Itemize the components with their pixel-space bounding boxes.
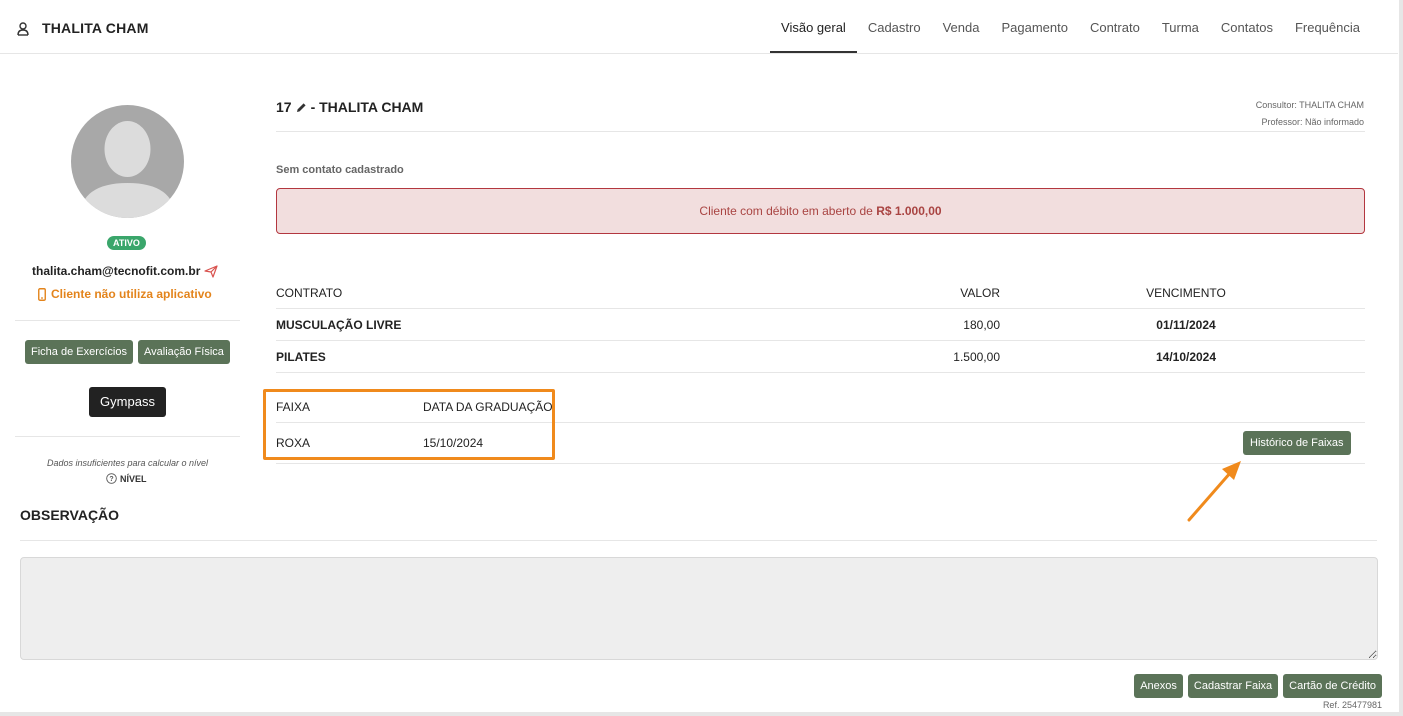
- nivel-label: ? NÍVEL: [106, 473, 147, 484]
- tab-frequencia[interactable]: Frequência: [1284, 0, 1371, 53]
- email-row: thalita.cham@tecnofit.com.br: [32, 264, 219, 278]
- table-row-contrato: MUSCULAÇÃO LIVRE: [276, 318, 402, 332]
- client-header: THALITA CHAM Visão geral Cadastro Venda …: [0, 0, 1398, 54]
- ficha-exercicios-button[interactable]: Ficha de Exercícios: [25, 340, 133, 364]
- user-icon: [17, 22, 29, 36]
- phone-icon: [38, 287, 46, 301]
- contract-client-name: - THALITA CHAM: [310, 99, 424, 115]
- client-email: thalita.cham@tecnofit.com.br: [32, 264, 201, 278]
- avaliacao-fisica-button[interactable]: Avaliação Física: [138, 340, 230, 364]
- tab-cadastro[interactable]: Cadastro: [857, 0, 932, 53]
- help-circle-icon[interactable]: ?: [106, 473, 117, 484]
- tab-contatos[interactable]: Contatos: [1210, 0, 1284, 53]
- cartao-credito-button[interactable]: Cartão de Crédito: [1283, 674, 1382, 698]
- consultor-text: Consultor: THALITA CHAM: [1255, 100, 1364, 110]
- tab-turma[interactable]: Turma: [1151, 0, 1210, 53]
- send-icon[interactable]: [204, 264, 219, 278]
- tab-venda[interactable]: Venda: [932, 0, 991, 53]
- table-row-valor: 1.500,00: [953, 350, 1000, 364]
- consultor-info: Consultor: THALITA CHAM Professor: Não i…: [1256, 97, 1364, 131]
- historico-faixas-button[interactable]: Histórico de Faixas: [1243, 431, 1351, 455]
- gympass-button[interactable]: Gympass: [89, 387, 166, 417]
- tab-pagamento[interactable]: Pagamento: [990, 0, 1079, 53]
- alert-value: R$ 1.000,00: [876, 204, 942, 218]
- cadastrar-faixa-button[interactable]: Cadastrar Faixa: [1187, 674, 1279, 698]
- status-badge: ATIVO: [107, 236, 146, 250]
- contract-title: 17 - THALITA CHAM: [276, 99, 423, 115]
- debt-alert: Cliente com débito em aberto de R$ 1.000…: [276, 188, 1365, 234]
- divider: [15, 320, 240, 321]
- divider: [20, 540, 1377, 541]
- footer-buttons: Anexos Cadastrar Faixa Cartão de Crédito: [1134, 674, 1382, 698]
- faixa-highlight-box: [263, 389, 555, 460]
- contract-number: 17: [276, 99, 292, 115]
- table-row-contrato: PILATES: [276, 350, 326, 364]
- tab-visao-geral[interactable]: Visão geral: [770, 0, 857, 53]
- tab-bar: Visão geral Cadastro Venda Pagamento Con…: [770, 0, 1371, 53]
- nivel-note: Dados insuficientes para calcular o níve…: [46, 458, 209, 468]
- window-frame-bottom: [0, 712, 1403, 716]
- app-status: Cliente não utiliza aplicativo: [38, 287, 212, 301]
- avatar-placeholder-icon: [79, 121, 176, 218]
- col-header-contrato: CONTRATO: [276, 286, 343, 300]
- sem-contato-text: Sem contato cadastrado: [276, 164, 404, 176]
- professor-text: Professor: Não informado: [1261, 117, 1364, 127]
- tab-contrato[interactable]: Contrato: [1079, 0, 1151, 53]
- app-status-text: Cliente não utiliza aplicativo: [51, 287, 212, 301]
- table-row-vencimento: 14/10/2024: [1155, 350, 1217, 364]
- svg-text:?: ?: [109, 476, 113, 483]
- table-row-valor: 180,00: [963, 318, 1000, 332]
- table-row-vencimento: 01/11/2024: [1156, 318, 1216, 332]
- col-header-vencimento: VENCIMENTO: [1146, 286, 1226, 300]
- divider: [15, 436, 240, 437]
- reference-id: Ref. 25477981: [1322, 700, 1382, 710]
- window-frame-right: [1399, 0, 1403, 716]
- anexos-button[interactable]: Anexos: [1134, 674, 1183, 698]
- divider: [276, 131, 1365, 132]
- divider: [276, 340, 1365, 341]
- observacao-title: OBSERVAÇÃO: [20, 507, 120, 523]
- pencil-icon[interactable]: [296, 102, 307, 113]
- divider: [276, 308, 1365, 309]
- avatar[interactable]: [71, 105, 184, 218]
- arrow-icon: [1187, 461, 1241, 522]
- nivel-text: NÍVEL: [120, 473, 147, 484]
- col-header-valor: VALOR: [960, 286, 1000, 300]
- alert-text: Cliente com débito em aberto de: [699, 204, 873, 218]
- observacao-textarea[interactable]: [20, 557, 1378, 660]
- divider: [276, 372, 1365, 373]
- client-name: THALITA CHAM: [42, 20, 149, 36]
